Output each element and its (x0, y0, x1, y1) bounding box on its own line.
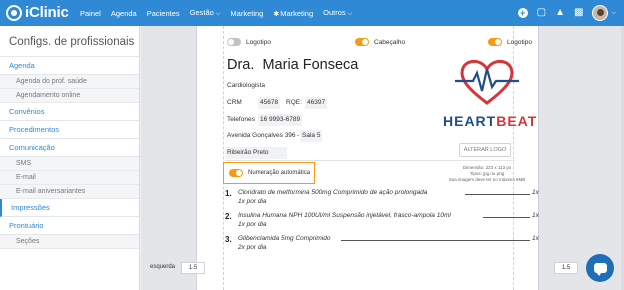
auto-numbering-toggle[interactable]: Numeração automática (223, 162, 315, 184)
right-margin-input[interactable]: 1.5 (554, 262, 578, 274)
brand-logo[interactable]: iClinic (6, 4, 69, 21)
item-medication: Glibenclamida 5mg Comprimido (238, 235, 331, 242)
item-number: 1. (225, 189, 232, 198)
main-nav: Painel Agenda Pacientes Gestão ⌵ Marketin… (80, 0, 352, 26)
sidebar-subitem-email-aniversariantes[interactable]: E-mail aniversariantes (0, 185, 139, 199)
nav-item-gestao-label: Gestão (189, 8, 214, 17)
toggle-switch[interactable] (355, 38, 369, 46)
support-chat-button[interactable] (586, 254, 614, 282)
change-logo-button[interactable]: ALTERAR LOGO (459, 143, 511, 157)
sidebar-item-impressoes[interactable]: Impressões (0, 199, 139, 217)
add-icon[interactable]: + (517, 8, 528, 18)
toggle-label: Logotipo (246, 38, 271, 46)
item-medication: Insulina Humana NPH 100UI/ml Suspensão i… (238, 212, 451, 219)
doctor-name[interactable]: Dra. Maria Fonseca (227, 57, 358, 73)
city-value[interactable]: Ribeirão Preto (225, 147, 287, 159)
user-avatar[interactable] (592, 5, 609, 21)
bell-icon[interactable]: ▲ (555, 8, 565, 18)
item-quantity: 1x (532, 189, 539, 196)
sidebar-item-procedimentos[interactable]: Procedimentos (0, 121, 139, 139)
chevron-down-icon[interactable]: ⌵ (611, 10, 616, 17)
item-leader-line (483, 217, 530, 218)
left-margin-input[interactable]: 1.5 (181, 262, 205, 274)
star-badge-icon: ✱ (273, 10, 280, 18)
left-margin-label: esquerda (150, 264, 176, 270)
gift-icon[interactable]: ▢ (537, 8, 546, 18)
print-preview-page: Logotipo Cabeçalho Logotipo Dra. Maria F… (196, 26, 539, 290)
phone-label: Telefones (227, 116, 255, 123)
crm-label: CRM (227, 99, 242, 106)
toggle-logo-right[interactable]: Logotipo (488, 38, 532, 46)
item-number: 3. (225, 235, 232, 244)
top-navbar: iClinic Painel Agenda Pacientes Gestão ⌵ … (0, 0, 624, 26)
doctor-fullname: Maria Fonseca (262, 57, 359, 73)
auto-numbering-label: Numeração automática (248, 170, 311, 176)
item-dosage: 2x por dia (238, 244, 267, 251)
sidebar-title: Configs. de profissionais (0, 26, 139, 57)
wordmark-part1: HEART (443, 113, 497, 129)
address-value[interactable]: Avenida Gonçalves 396 (225, 130, 298, 142)
nav-item-marketing[interactable]: Marketing (230, 9, 263, 18)
wordmark-part2: BEAT (496, 113, 538, 129)
toggle-logo-left[interactable]: Logotipo (227, 38, 271, 46)
item-quantity: 1x (532, 212, 539, 219)
chat-icon[interactable]: ▩ (574, 8, 583, 18)
toggle-label: Cabeçalho (374, 38, 406, 46)
nav-item-marketing-star[interactable]: ✱Marketing (273, 9, 313, 18)
doctor-prefix: Dra. (227, 57, 255, 73)
sidebar-item-convenios[interactable]: Convênios (0, 103, 139, 121)
toggle-label: Logotipo (507, 38, 532, 46)
sidebar-subitem-sms[interactable]: SMS (0, 157, 139, 171)
item-dosage: 1x por dia (238, 198, 267, 205)
toggle-switch[interactable] (229, 169, 243, 177)
rqe-value[interactable]: 46397 (305, 97, 328, 109)
sidebar-subitem-secoes[interactable]: Seções (0, 235, 139, 249)
nav-item-marketing-star-label: Marketing (280, 8, 314, 18)
header-divider (225, 160, 515, 161)
nav-item-outros-label: Outros (323, 8, 346, 17)
chat-bubble-icon (593, 263, 607, 276)
item-leader-line (341, 240, 530, 241)
chevron-down-icon: ⌵ (347, 11, 353, 17)
logo-requirements: Dimensão: 223 x 113 px Tipos: jpg ou png… (437, 165, 537, 183)
brand-mark-icon (6, 4, 22, 21)
sidebar-item-comunicacao[interactable]: Comunicação (0, 139, 139, 157)
phone-value[interactable]: 16 9993-6789 (258, 114, 303, 126)
item-leader-line (465, 194, 530, 195)
toggle-switch[interactable] (488, 38, 502, 46)
address-extra[interactable]: Sala 5 (300, 130, 323, 142)
nav-item-pacientes[interactable]: Pacientes (147, 9, 180, 18)
crm-value[interactable]: 45678 (258, 97, 281, 109)
sidebar-item-prontuario[interactable]: Prontuário (0, 217, 139, 235)
sidebar-item-agenda[interactable]: Agenda (0, 57, 139, 75)
toggle-switch[interactable] (227, 38, 241, 46)
sidebar-subitem-agenda-prof[interactable]: Agenda do prof. saúde (0, 75, 139, 89)
item-dosage: 1x por dia (238, 221, 267, 228)
print-settings-area: Logotipo Cabeçalho Logotipo Dra. Maria F… (141, 26, 624, 290)
sidebar-subitem-agendamento-online[interactable]: Agendamento online (0, 89, 139, 103)
nav-item-gestao[interactable]: Gestão ⌵ (190, 8, 221, 18)
doctor-specialty[interactable]: Cardiologista (225, 80, 267, 92)
nav-item-agenda[interactable]: Agenda (111, 9, 137, 18)
item-medication: Cloridrato de metformina 500mg Comprimid… (238, 189, 428, 196)
nav-item-painel[interactable]: Painel (80, 9, 101, 18)
heartbeat-wordmark: HEARTBEAT (443, 113, 537, 129)
chevron-down-icon: ⌵ (215, 11, 221, 17)
logo-info-size: Sua imagem deve ter no máximo 5MB (448, 177, 526, 182)
settings-sidebar: Configs. de profissionais Agenda Agenda … (0, 26, 140, 290)
top-actions: + ▢ ▲ ▩ ⌵ (517, 0, 616, 26)
toggle-header[interactable]: Cabeçalho (355, 38, 405, 46)
sidebar-subitem-email[interactable]: E-mail (0, 171, 139, 185)
brand-name: iClinic (25, 4, 69, 21)
rqe-label: RQE: (286, 99, 302, 106)
logo-panel: HEARTBEAT ALTERAR LOGO Dimensão: 223 x 1… (437, 53, 537, 182)
heartbeat-logo-icon (455, 59, 519, 105)
nav-item-outros[interactable]: Outros ⌵ (323, 8, 352, 18)
item-quantity: 1x (532, 235, 539, 242)
item-number: 2. (225, 212, 232, 221)
margin-guide-left (223, 26, 224, 290)
